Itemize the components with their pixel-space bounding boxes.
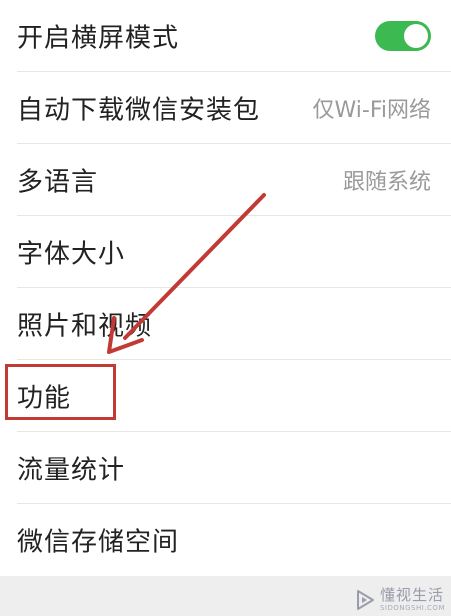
settings-row-label: 开启横屏模式 — [17, 23, 180, 54]
highlight-box-annotation — [5, 364, 116, 420]
watermark: 懂视生活 SIDONGSHI.COM — [354, 588, 445, 612]
settings-row-value: 仅Wi-Fi网络 — [312, 98, 432, 123]
watermark-main-text: 懂视生活 — [379, 586, 444, 604]
settings-row-data-usage[interactable]: 流量统计 — [0, 432, 451, 504]
play-triangle-logo-icon — [356, 590, 374, 610]
settings-row-label: 自动下载微信安装包 — [17, 95, 261, 126]
watermark-sub-text: SIDONGSHI.COM — [379, 604, 445, 612]
landscape-mode-toggle[interactable] — [375, 21, 431, 51]
settings-row-label: 多语言 — [17, 167, 99, 198]
settings-row-auto-download[interactable]: 自动下载微信安装包 仅Wi-Fi网络 — [0, 72, 451, 144]
settings-row-label: 照片和视频 — [17, 311, 153, 342]
settings-row-photos-videos[interactable]: 照片和视频 — [0, 288, 451, 360]
settings-list: 开启横屏模式 自动下载微信安装包 仅Wi-Fi网络 多语言 跟随系统 字体大小 … — [0, 0, 451, 576]
settings-row-storage[interactable]: 微信存储空间 — [0, 504, 451, 576]
settings-row-label: 流量统计 — [17, 455, 126, 486]
settings-row-value: 跟随系统 — [342, 170, 431, 195]
settings-row-language[interactable]: 多语言 跟随系统 — [0, 144, 451, 216]
settings-row-landscape-mode[interactable]: 开启横屏模式 — [0, 0, 451, 72]
settings-row-font-size[interactable]: 字体大小 — [0, 216, 451, 288]
settings-row-label: 微信存储空间 — [17, 527, 180, 558]
toggle-knob-icon — [404, 24, 428, 48]
settings-row-label: 字体大小 — [17, 239, 126, 270]
